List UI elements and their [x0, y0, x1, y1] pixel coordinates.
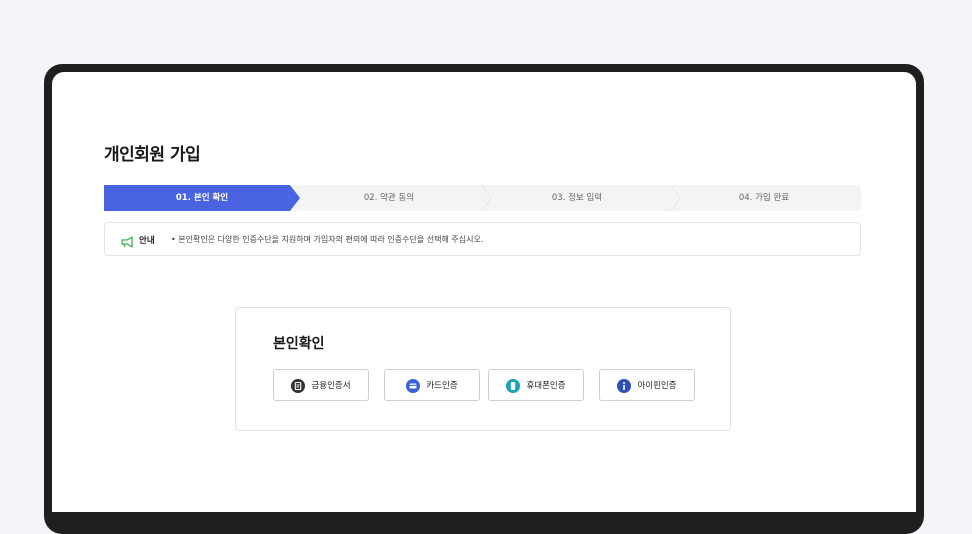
phone-auth-button[interactable]: 휴대폰인증	[488, 369, 584, 401]
card-auth-button[interactable]: 카드인증	[384, 369, 480, 401]
info-icon	[617, 378, 632, 393]
step-3-label: 03. 정보 입력	[551, 193, 603, 203]
certificate-icon	[291, 378, 306, 393]
megaphone-icon	[120, 233, 134, 252]
card-auth-label: 카드인증	[426, 381, 458, 391]
financial-certificate-label: 금융인증서	[311, 381, 351, 391]
card-icon	[406, 378, 421, 393]
financial-certificate-button[interactable]: 금융인증서	[273, 369, 369, 401]
ipin-auth-label: 아이핀인증	[637, 381, 677, 391]
notice-box: 안내 • 본인확인은 다양한 인증수단을 지원하며 가입자의 편의에 따라 인증…	[104, 222, 861, 256]
verification-title: 본인확인	[273, 336, 325, 352]
step-2-label: 02. 약관 동의	[363, 193, 415, 203]
notice-label: 안내	[139, 236, 155, 246]
phone-auth-label: 휴대폰인증	[526, 381, 566, 391]
step-1-label: 01. 본인 확인	[175, 193, 229, 203]
notice-text: • 본인확인은 다양한 인증수단을 지원하며 가입자의 편의에 따라 인증수단을…	[171, 235, 484, 244]
step-4-label: 04. 가입 완료	[738, 193, 790, 203]
page-title: 개인회원 가입	[104, 145, 201, 165]
verification-panel: 본인확인 금융인증서 카드인증 휴대폰인증 아이핀인증	[235, 307, 731, 431]
ipin-auth-button[interactable]: 아이핀인증	[599, 369, 695, 401]
step-progress: 01. 본인 확인 02. 약관 동의 03. 정보 입력 04. 가입 완료	[104, 185, 862, 211]
phone-icon	[506, 378, 521, 393]
screen: 개인회원 가입 01. 본인 확인 02. 약관 동의 03. 정보 입력 04…	[52, 72, 916, 512]
